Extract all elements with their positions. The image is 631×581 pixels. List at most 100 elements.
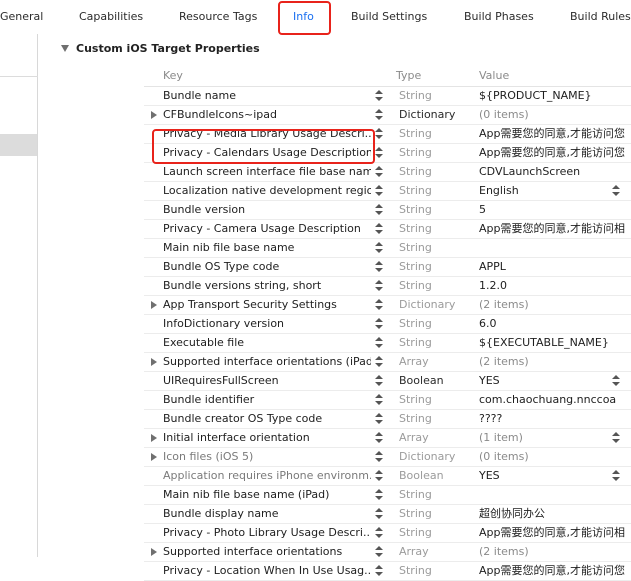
key-stepper-icon[interactable]	[374, 203, 384, 217]
row-type[interactable]: String	[399, 182, 471, 200]
disclosure-triangle-icon[interactable]	[151, 111, 157, 119]
key-stepper-icon[interactable]	[374, 564, 384, 578]
row-key[interactable]: Executable file	[163, 334, 371, 352]
table-row[interactable]: Localization native development region St…	[144, 182, 631, 201]
table-row[interactable]: Privacy - Location When In Use Usag... St…	[144, 562, 631, 581]
row-value[interactable]: (0 items)	[479, 448, 629, 466]
row-type[interactable]: String	[399, 125, 471, 143]
column-header-value[interactable]: Value	[479, 69, 509, 82]
row-key[interactable]: Localization native development region	[163, 182, 371, 200]
row-type[interactable]: String	[399, 277, 471, 295]
disclosure-triangle-icon[interactable]	[151, 434, 157, 442]
row-value[interactable]: App需要您的同意,才能访问您	[479, 144, 629, 162]
disclosure-triangle-icon[interactable]	[151, 301, 157, 309]
row-type[interactable]: Array	[399, 353, 471, 371]
value-popup-icon[interactable]	[611, 431, 621, 445]
key-stepper-icon[interactable]	[374, 108, 384, 122]
row-value[interactable]: 1.2.0	[479, 277, 629, 295]
table-row[interactable]: Launch screen interface file base name St…	[144, 163, 631, 182]
row-value[interactable]: English	[479, 182, 629, 200]
table-row[interactable]: App Transport Security Settings Dictionar…	[144, 296, 631, 315]
row-type[interactable]: String	[399, 524, 471, 542]
value-popup-icon[interactable]	[611, 184, 621, 198]
row-key[interactable]: Main nib file base name	[163, 239, 371, 257]
row-value[interactable]: (0 items)	[479, 106, 629, 124]
row-type[interactable]: String	[399, 315, 471, 333]
table-row[interactable]: Main nib file base name String	[144, 239, 631, 258]
row-value[interactable]: com.chaochuang.nnccoa	[479, 391, 629, 409]
table-row[interactable]: Privacy - Photo Library Usage Descri... S…	[144, 524, 631, 543]
row-key[interactable]: Privacy - Camera Usage Description	[163, 220, 371, 238]
row-type[interactable]: String	[399, 410, 471, 428]
row-value[interactable]: ${PRODUCT_NAME}	[479, 87, 629, 105]
row-value[interactable]: 5	[479, 201, 629, 219]
disclosure-triangle-icon[interactable]	[151, 358, 157, 366]
disclosure-triangle-icon[interactable]	[151, 548, 157, 556]
table-row[interactable]: CFBundleIcons~ipad Dictionary (0 items)	[144, 106, 631, 125]
row-type[interactable]: Array	[399, 429, 471, 447]
row-value[interactable]: ${EXECUTABLE_NAME}	[479, 334, 629, 352]
row-key[interactable]: Launch screen interface file base name	[163, 163, 371, 181]
key-stepper-icon[interactable]	[374, 127, 384, 141]
key-stepper-icon[interactable]	[374, 279, 384, 293]
row-type[interactable]: String	[399, 87, 471, 105]
table-row[interactable]: Bundle creator OS Type code String????	[144, 410, 631, 429]
row-type[interactable]: String	[399, 258, 471, 276]
row-type[interactable]: String	[399, 486, 471, 504]
row-type[interactable]: Boolean	[399, 372, 471, 390]
table-row[interactable]: Privacy - Camera Usage Description String…	[144, 220, 631, 239]
row-key[interactable]: Privacy - Location When In Use Usag...	[163, 562, 371, 580]
tab-general[interactable]: General	[0, 0, 43, 34]
table-row[interactable]: InfoDictionary version String 6.0	[144, 315, 631, 334]
key-stepper-icon[interactable]	[374, 355, 384, 369]
column-header-type[interactable]: Type	[396, 69, 421, 82]
key-stepper-icon[interactable]	[374, 469, 384, 483]
tab-build-phases[interactable]: Build Phases	[464, 0, 534, 34]
row-value[interactable]: CDVLaunchScreen	[479, 163, 629, 181]
table-row[interactable]: Initial interface orientation Array (1 ite…	[144, 429, 631, 448]
row-key[interactable]: Initial interface orientation	[163, 429, 371, 447]
key-stepper-icon[interactable]	[374, 184, 384, 198]
key-stepper-icon[interactable]	[374, 222, 384, 236]
row-value[interactable]: 6.0	[479, 315, 629, 333]
row-type[interactable]: Dictionary	[399, 448, 471, 466]
row-key[interactable]: Application requires iPhone environm...	[163, 467, 371, 485]
key-stepper-icon[interactable]	[374, 393, 384, 407]
row-value[interactable]: 超创协同办公	[479, 505, 629, 523]
disclosure-triangle-icon[interactable]	[151, 453, 157, 461]
tab-build-rules[interactable]: Build Rules	[570, 0, 631, 34]
row-key[interactable]: Bundle OS Type code	[163, 258, 371, 276]
row-value[interactable]: YES	[479, 372, 629, 390]
row-type[interactable]: Array	[399, 543, 471, 561]
row-key[interactable]: Bundle versions string, short	[163, 277, 371, 295]
row-key[interactable]: Bundle version	[163, 201, 371, 219]
table-row[interactable]: UIRequiresFullScreen Boolean YES	[144, 372, 631, 391]
row-type[interactable]: String	[399, 239, 471, 257]
table-row[interactable]: Supported interface orientations Array (2 …	[144, 543, 631, 562]
key-stepper-icon[interactable]	[374, 298, 384, 312]
row-key[interactable]: Bundle creator OS Type code	[163, 410, 371, 428]
key-stepper-icon[interactable]	[374, 412, 384, 426]
row-type[interactable]: String	[399, 144, 471, 162]
row-type[interactable]: String	[399, 505, 471, 523]
row-value[interactable]: App需要您的同意,才能访问相	[479, 524, 629, 542]
key-stepper-icon[interactable]	[374, 165, 384, 179]
sidebar-selected-target[interactable]	[0, 134, 37, 156]
row-key[interactable]: Bundle identifier	[163, 391, 371, 409]
key-stepper-icon[interactable]	[374, 317, 384, 331]
table-row[interactable]: Bundle display name String 超创协同办公	[144, 505, 631, 524]
table-row[interactable]: Icon files (iOS 5) Dictionary (0 items)	[144, 448, 631, 467]
row-value[interactable]: ????	[479, 410, 629, 428]
key-stepper-icon[interactable]	[374, 450, 384, 464]
row-key[interactable]: Supported interface orientations	[163, 543, 371, 561]
table-row[interactable]: Bundle OS Type code String APPL	[144, 258, 631, 277]
row-type[interactable]: String	[399, 391, 471, 409]
tab-resource-tags[interactable]: Resource Tags	[179, 0, 257, 34]
row-value[interactable]: (2 items)	[479, 543, 629, 561]
table-row[interactable]: Bundle name String ${PRODUCT_NAME}	[144, 87, 631, 106]
row-type[interactable]: Dictionary	[399, 106, 471, 124]
row-value[interactable]: (2 items)	[479, 353, 629, 371]
row-value[interactable]: YES	[479, 467, 629, 485]
row-key[interactable]: App Transport Security Settings	[163, 296, 371, 314]
section-disclosure-icon[interactable]	[61, 45, 69, 52]
